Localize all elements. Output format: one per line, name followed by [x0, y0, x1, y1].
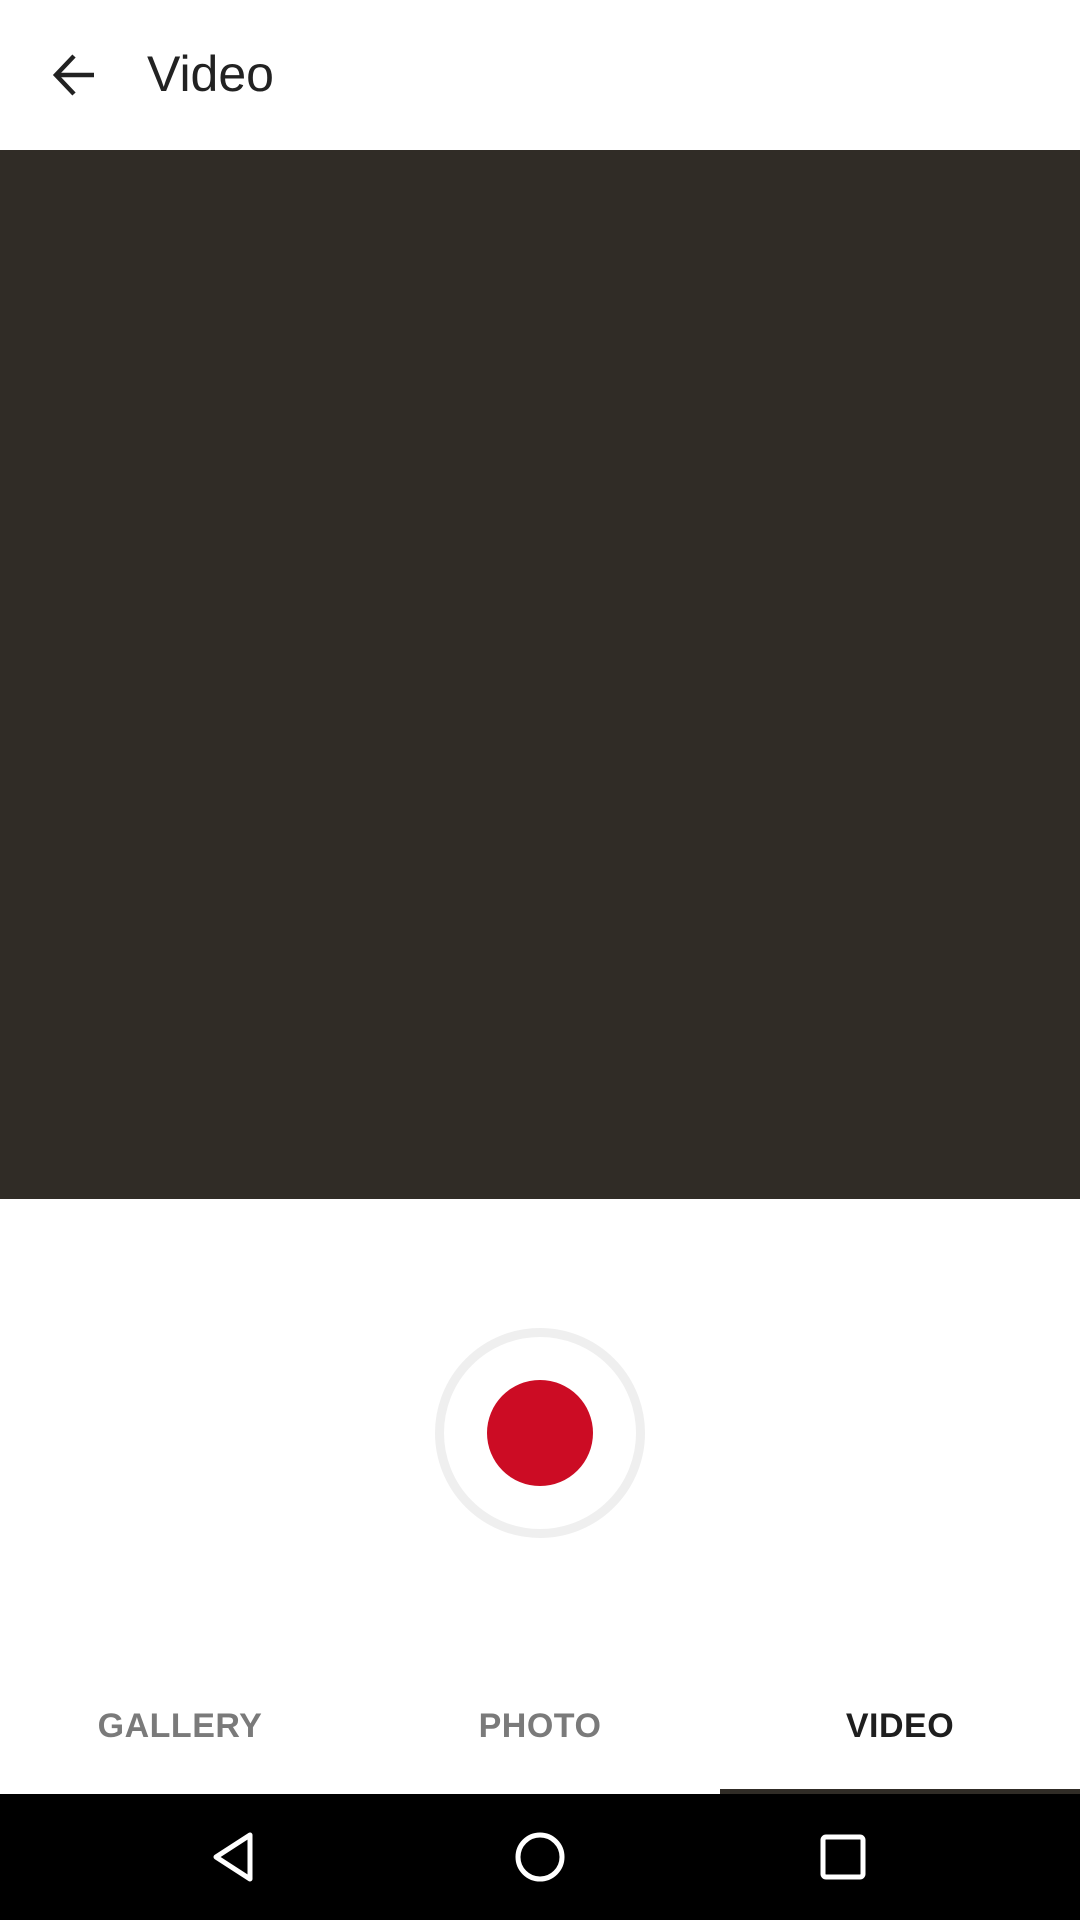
- nav-back-button[interactable]: [196, 1817, 276, 1897]
- nav-recents-button[interactable]: [803, 1817, 883, 1897]
- tab-photo-label: PHOTO: [478, 1707, 602, 1745]
- mode-tabs: GALLERY PHOTO VIDEO: [0, 1659, 1080, 1794]
- tab-gallery-label: GALLERY: [97, 1707, 263, 1745]
- record-area: [0, 1199, 1080, 1659]
- tab-photo[interactable]: PHOTO: [360, 1659, 720, 1794]
- record-button[interactable]: [435, 1328, 645, 1538]
- nav-back-icon: [213, 1832, 253, 1882]
- tab-video-label: VIDEO: [845, 1707, 955, 1745]
- back-button[interactable]: [34, 38, 114, 112]
- system-nav-bar: [0, 1794, 1080, 1920]
- camera-preview: [0, 150, 1080, 1199]
- nav-home-button[interactable]: [500, 1817, 580, 1897]
- app-bar: Video: [0, 0, 1080, 150]
- nav-home-icon: [515, 1832, 565, 1882]
- arrow-left-icon: [52, 54, 94, 96]
- page-title: Video: [147, 46, 274, 102]
- tab-video[interactable]: VIDEO: [720, 1659, 1080, 1794]
- camera-screen: Video GALLERY PHOTO VIDEO: [0, 0, 1080, 1920]
- tab-gallery[interactable]: GALLERY: [0, 1659, 360, 1794]
- record-icon: [487, 1380, 593, 1486]
- nav-recents-icon: [820, 1834, 866, 1880]
